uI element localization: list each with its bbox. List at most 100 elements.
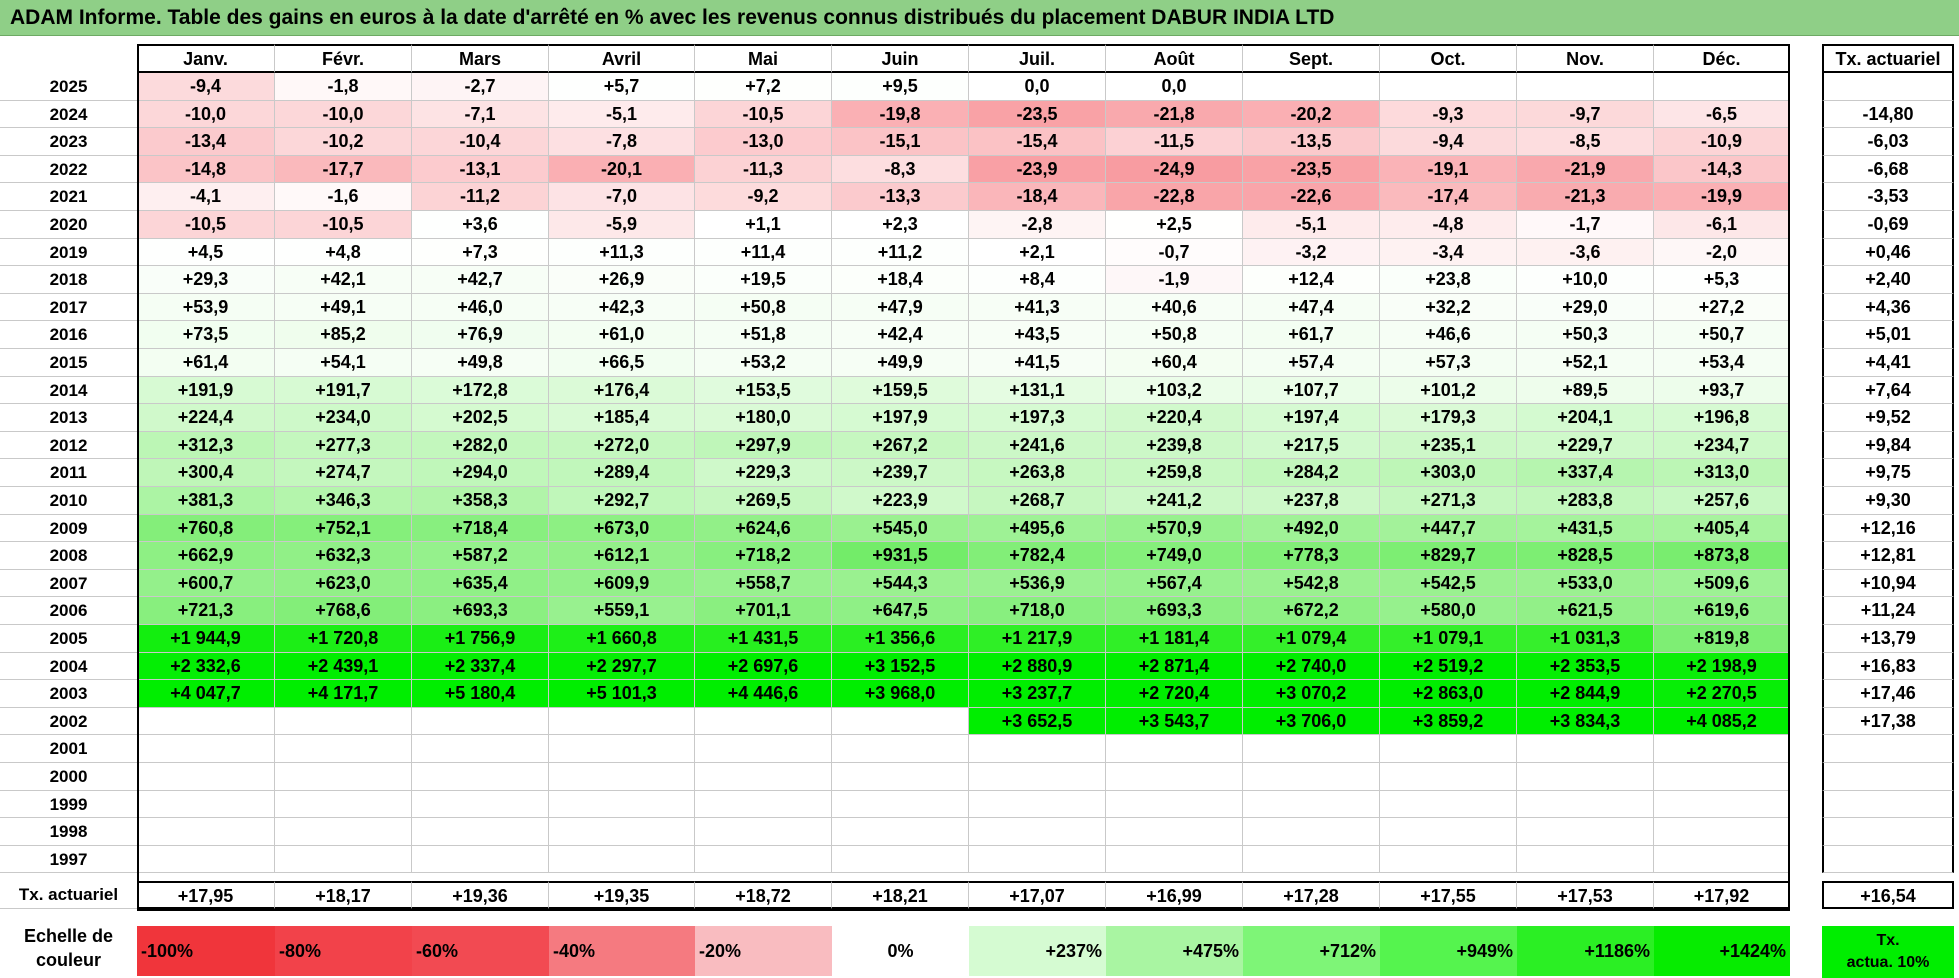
gain-cell: -9,2 <box>695 183 832 211</box>
gain-cell: +2 439,1 <box>275 652 412 681</box>
gain-cell <box>832 845 969 874</box>
month-header-2: Févr. <box>275 44 412 73</box>
gain-cell: +931,5 <box>832 542 969 570</box>
gain-cell <box>275 818 412 846</box>
gain-cell: -6,5 <box>1654 100 1790 129</box>
gain-cell: +202,5 <box>412 404 549 432</box>
row-tx-actuariel: +9,75 <box>1822 459 1954 487</box>
footer-row: Tx. actuariel +17,95 +18,17 +19,36 +19,35 +18… <box>0 881 1959 910</box>
row-tx-actuariel <box>1822 73 1954 101</box>
gain-cell: +103,2 <box>1106 376 1243 405</box>
gain-cell: -13,1 <box>412 155 549 184</box>
gain-cell: +237,8 <box>1243 487 1380 515</box>
gain-cell: -1,6 <box>275 183 412 211</box>
gain-cell: +241,2 <box>1106 487 1243 515</box>
gain-cell: +558,7 <box>695 569 832 598</box>
gain-cell: +49,1 <box>275 293 412 322</box>
row-year: 2003 <box>0 680 137 708</box>
gain-cell: +239,8 <box>1106 431 1243 460</box>
gain-cell <box>1654 845 1790 874</box>
gain-cell: +277,3 <box>275 431 412 460</box>
row-tx-actuariel: -14,80 <box>1822 100 1954 129</box>
gain-cell: +101,2 <box>1380 376 1517 405</box>
gain-cell <box>1106 845 1243 874</box>
row-tx-actuariel: +13,79 <box>1822 625 1954 653</box>
table-row: 2008 +662,9 +632,3 +587,2 +612,1 +718,2 +931,5… <box>0 542 1959 570</box>
gain-cell <box>412 763 549 791</box>
gain-cell: +107,7 <box>1243 376 1380 405</box>
gain-cell: +5 101,3 <box>549 680 695 708</box>
gain-cell: -10,5 <box>695 100 832 129</box>
gain-cell: +2 697,6 <box>695 652 832 681</box>
row-year: 2024 <box>0 101 137 129</box>
gain-cell: +447,7 <box>1380 514 1517 543</box>
gain-cell: +234,0 <box>275 404 412 432</box>
gain-cell: +570,9 <box>1106 514 1243 543</box>
gain-cell: +257,6 <box>1654 487 1790 515</box>
gain-cell: -15,4 <box>969 128 1106 156</box>
table-row: 2013 +224,4 +234,0 +202,5 +185,4 +180,0 +197,9… <box>0 404 1959 432</box>
scale-swatch: -80% <box>275 926 412 976</box>
footer-tx-cell: +17,07 <box>969 881 1106 910</box>
table-row: 2000 <box>0 763 1959 791</box>
gain-cell: +3 834,3 <box>1517 707 1654 736</box>
row-year: 2016 <box>0 321 137 349</box>
gain-cell: -8,3 <box>832 155 969 184</box>
table-row: 2006 +721,3 +768,6 +693,3 +559,1 +701,1 +647,5… <box>0 597 1959 625</box>
gain-cell: -23,5 <box>1243 155 1380 184</box>
gain-cell: -4,1 <box>137 183 275 211</box>
gain-cell: -21,8 <box>1106 100 1243 129</box>
row-tx-actuariel <box>1822 818 1954 846</box>
gain-cell <box>275 707 412 736</box>
gain-cell: +57,4 <box>1243 349 1380 377</box>
gain-cell: +2 332,6 <box>137 652 275 681</box>
gain-cell <box>832 707 969 736</box>
table-row: 2017 +53,9 +49,1 +46,0 +42,3 +50,8 +47,9 +41,3 +… <box>0 293 1959 322</box>
scale-swatch: +712% <box>1243 926 1380 976</box>
gain-cell: +2 880,9 <box>969 652 1106 681</box>
gain-cell: +50,8 <box>1106 321 1243 349</box>
gain-cell <box>1106 763 1243 791</box>
gain-cell: +778,3 <box>1243 542 1380 570</box>
gain-cell: +220,4 <box>1106 404 1243 432</box>
gain-cell: +159,5 <box>832 376 969 405</box>
gain-cell: +54,1 <box>275 349 412 377</box>
gain-cell: +405,4 <box>1654 514 1790 543</box>
gain-cell: -13,0 <box>695 128 832 156</box>
row-tx-actuariel: +7,64 <box>1822 376 1954 405</box>
gain-cell: +61,4 <box>137 349 275 377</box>
gain-cell: +7,3 <box>412 238 549 267</box>
gain-cell: +271,3 <box>1380 487 1517 515</box>
gain-cell: +2 337,4 <box>412 652 549 681</box>
month-header-9: Sept. <box>1243 44 1380 73</box>
row-tx-actuariel: +2,40 <box>1822 266 1954 294</box>
gain-cell: +635,4 <box>412 569 549 598</box>
gain-cell: +1 217,9 <box>969 625 1106 653</box>
gain-cell <box>275 845 412 874</box>
gain-cell <box>695 845 832 874</box>
table-row: 2002 +3 652,5 +3 543,7 +3 706,0 +3 859,2 +3 8… <box>0 707 1959 736</box>
gain-cell <box>1517 735 1654 763</box>
gain-cell: -19,9 <box>1654 183 1790 211</box>
gain-cell: +542,8 <box>1243 569 1380 598</box>
gain-cell <box>549 790 695 819</box>
gain-cell: -9,7 <box>1517 100 1654 129</box>
gain-cell: +53,9 <box>137 293 275 322</box>
row-year: 2006 <box>0 597 137 625</box>
gain-cell: +533,0 <box>1517 569 1654 598</box>
row-tx-actuariel: +9,84 <box>1822 431 1954 460</box>
row-tx-actuariel: +11,24 <box>1822 597 1954 625</box>
gain-cell: +229,3 <box>695 459 832 487</box>
gain-cell: -13,5 <box>1243 128 1380 156</box>
gain-cell: -24,9 <box>1106 155 1243 184</box>
gain-cell: +492,0 <box>1243 514 1380 543</box>
scale-swatch: 0% <box>832 926 969 976</box>
gain-cell: +50,3 <box>1517 321 1654 349</box>
gain-cell: +431,5 <box>1517 514 1654 543</box>
gain-cell: +282,0 <box>412 431 549 460</box>
row-year: 2023 <box>0 128 137 156</box>
gain-cell: +2 863,0 <box>1380 680 1517 708</box>
gain-cell <box>1380 790 1517 819</box>
gain-cell: +46,0 <box>412 293 549 322</box>
gain-cell: +495,6 <box>969 514 1106 543</box>
